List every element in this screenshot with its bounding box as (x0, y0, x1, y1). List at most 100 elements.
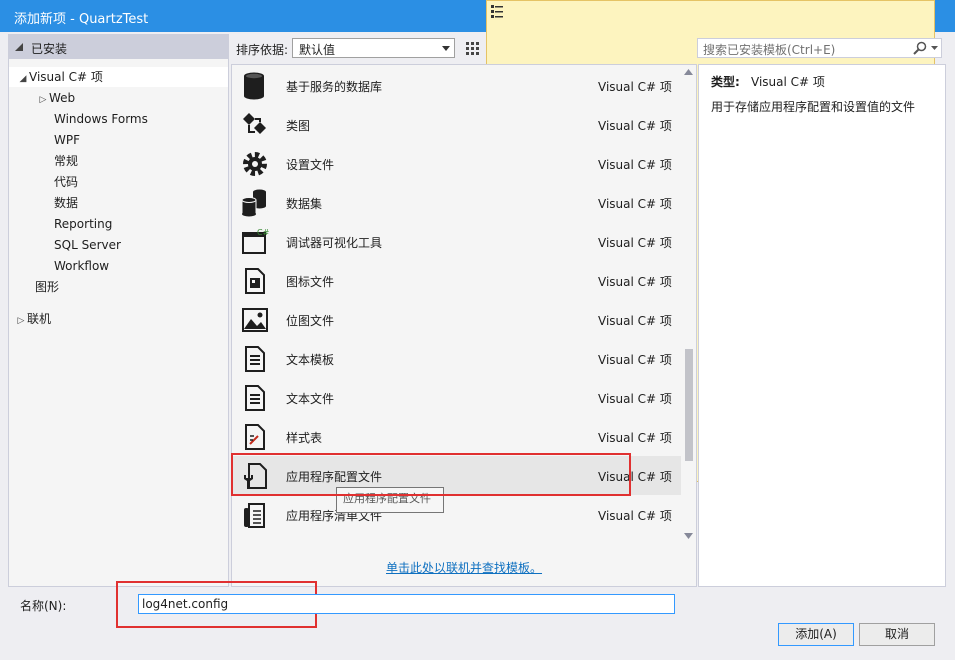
template-type: Visual C# 项 (598, 431, 672, 445)
tree-item-wpf[interactable]: WPF (54, 130, 80, 150)
search-placeholder: 搜索已安装模板(Ctrl+E) (703, 43, 836, 57)
search-box[interactable]: 搜索已安装模板(Ctrl+E) (697, 38, 942, 58)
window-title: 添加新项 - QuartzTest (14, 12, 149, 27)
template-row[interactable]: 文本模板 Visual C# 项 (232, 339, 681, 378)
grid-view-button[interactable] (461, 37, 483, 59)
template-name: 位图文件 (286, 314, 335, 328)
collapse-triangle-icon (15, 43, 23, 51)
template-row[interactable]: 类图 Visual C# 项 (232, 105, 681, 144)
template-description: 用于存储应用程序配置和设置值的文件 (711, 100, 916, 114)
template-name: 图标文件 (286, 275, 335, 289)
dataset-icon (241, 189, 266, 217)
tree-item-workflow[interactable]: Workflow (54, 256, 109, 276)
tree-item-online[interactable]: ▷ 联机 (15, 309, 51, 329)
template-row[interactable]: 位图文件 Visual C# 项 (232, 300, 681, 339)
tree-item-general[interactable]: 常规 (54, 151, 78, 171)
template-type: Visual C# 项 (598, 119, 672, 133)
template-type: Visual C# 项 (598, 158, 672, 172)
expanded-caret-icon: ◢ (19, 74, 27, 84)
scroll-up-arrow-icon[interactable] (684, 69, 693, 75)
template-row[interactable]: 文本文件 Visual C# 项 (232, 378, 681, 417)
tree-item-label: 代码 (54, 175, 79, 189)
tree-item-web[interactable]: ▷ Web (37, 88, 76, 108)
template-name: 设置文件 (286, 158, 335, 172)
template-row[interactable]: 设置文件 Visual C# 项 (232, 144, 681, 183)
type-label: 类型: (711, 75, 740, 89)
list-view-icon (491, 5, 503, 18)
gear-icon (243, 152, 267, 176)
tree-item-label: 数据 (54, 196, 79, 210)
template-name: 样式表 (286, 431, 323, 445)
template-type: Visual C# 项 (598, 275, 672, 289)
search-icon (913, 41, 927, 55)
details-panel: 类型: Visual C# 项 用于存储应用程序配置和设置值的文件 (698, 64, 946, 587)
sort-label: 排序依据: (236, 43, 289, 57)
grid-view-icon (466, 42, 479, 55)
tree-item-windows-forms[interactable]: Windows Forms (54, 109, 148, 129)
text-file-icon (245, 385, 265, 411)
template-name: 文本模板 (286, 353, 335, 367)
template-name: 数据集 (286, 197, 323, 211)
icon-file-icon (245, 268, 265, 294)
scrollbar-thumb[interactable] (685, 349, 693, 461)
database-icon (244, 72, 264, 100)
sort-value: 默认值 (299, 43, 336, 57)
tree-item-data[interactable]: 数据 (54, 193, 78, 213)
template-type: Visual C# 项 (598, 314, 672, 328)
tree-item-label: Windows Forms (54, 112, 148, 126)
tree-item-graphics[interactable]: 图形 (35, 277, 59, 297)
tree-item-label: 常规 (54, 154, 79, 168)
scroll-down-arrow-icon[interactable] (684, 533, 693, 539)
cancel-button[interactable]: 取消 (859, 623, 935, 646)
category-tree-panel: 已安装 ◢ Visual C# 项 ▷ Web Windows Forms WPF … (8, 34, 229, 587)
collapsed-caret-icon: ▷ (17, 316, 25, 326)
collapsed-caret-icon: ▷ (39, 95, 47, 105)
tree-item-label: Visual C# 项 (29, 70, 103, 84)
tree-item-label: 联机 (27, 312, 52, 326)
template-type: Visual C# 项 (598, 353, 672, 367)
template-type: Visual C# 项 (598, 236, 672, 250)
template-type: Visual C# 项 (598, 392, 672, 406)
template-row[interactable]: 数据集 Visual C# 项 (232, 183, 681, 222)
find-online-templates-link[interactable]: 单击此处以联机并查找模板。 (386, 559, 542, 576)
tree-item-label: Web (49, 91, 76, 105)
tree-item-sql-server[interactable]: SQL Server (54, 235, 121, 255)
template-type: Visual C# 项 (598, 80, 672, 94)
tree-item-label: WPF (54, 133, 81, 147)
template-row[interactable]: 样式表 Visual C# 项 (232, 417, 681, 456)
template-type: Visual C# 项 (598, 197, 672, 211)
name-input[interactable]: log4net.config (138, 594, 675, 614)
template-row[interactable]: 图标文件 Visual C# 项 (232, 261, 681, 300)
bitmap-icon (242, 308, 268, 332)
tree-item-label: Reporting (54, 217, 113, 231)
text-template-icon (245, 346, 265, 372)
installed-header[interactable]: 已安装 (9, 35, 228, 59)
add-button[interactable]: 添加(A) (778, 623, 854, 646)
manifest-icon (244, 503, 265, 528)
svg-text:C#: C# (257, 228, 270, 237)
template-name: 文本文件 (286, 392, 335, 406)
tree-item-label: Workflow (54, 259, 110, 273)
vertical-scrollbar[interactable] (681, 65, 696, 547)
template-row[interactable]: 应用程序清单文件 Visual C# 项 (232, 495, 681, 534)
type-value: Visual C# 项 (751, 75, 825, 89)
stylesheet-icon (245, 424, 265, 450)
visualizer-icon: C# (242, 228, 270, 254)
chevron-down-icon (442, 46, 450, 51)
template-type: Visual C# 项 (598, 509, 672, 523)
tree-item-code[interactable]: 代码 (54, 172, 78, 192)
highlight-box (231, 453, 631, 496)
template-name: 类图 (286, 119, 311, 133)
template-row[interactable]: 基于服务的数据库 Visual C# 项 (232, 66, 681, 105)
tree-item-reporting[interactable]: Reporting (54, 214, 112, 234)
name-label: 名称(N): (20, 599, 67, 613)
chevron-down-icon[interactable] (931, 46, 938, 50)
template-list-panel: 基于服务的数据库 Visual C# 项 类图 Visual C# 项 设置文件… (231, 64, 697, 587)
template-name: 调试器可视化工具 (286, 236, 383, 250)
tree-item-label: SQL Server (54, 238, 121, 252)
sort-dropdown[interactable]: 默认值 (292, 38, 455, 58)
installed-header-label: 已安装 (31, 42, 68, 56)
tree-item-visual-csharp[interactable]: ◢ Visual C# 项 (9, 67, 228, 87)
class-diagram-icon (243, 113, 266, 134)
template-row[interactable]: C# 调试器可视化工具 Visual C# 项 (232, 222, 681, 261)
